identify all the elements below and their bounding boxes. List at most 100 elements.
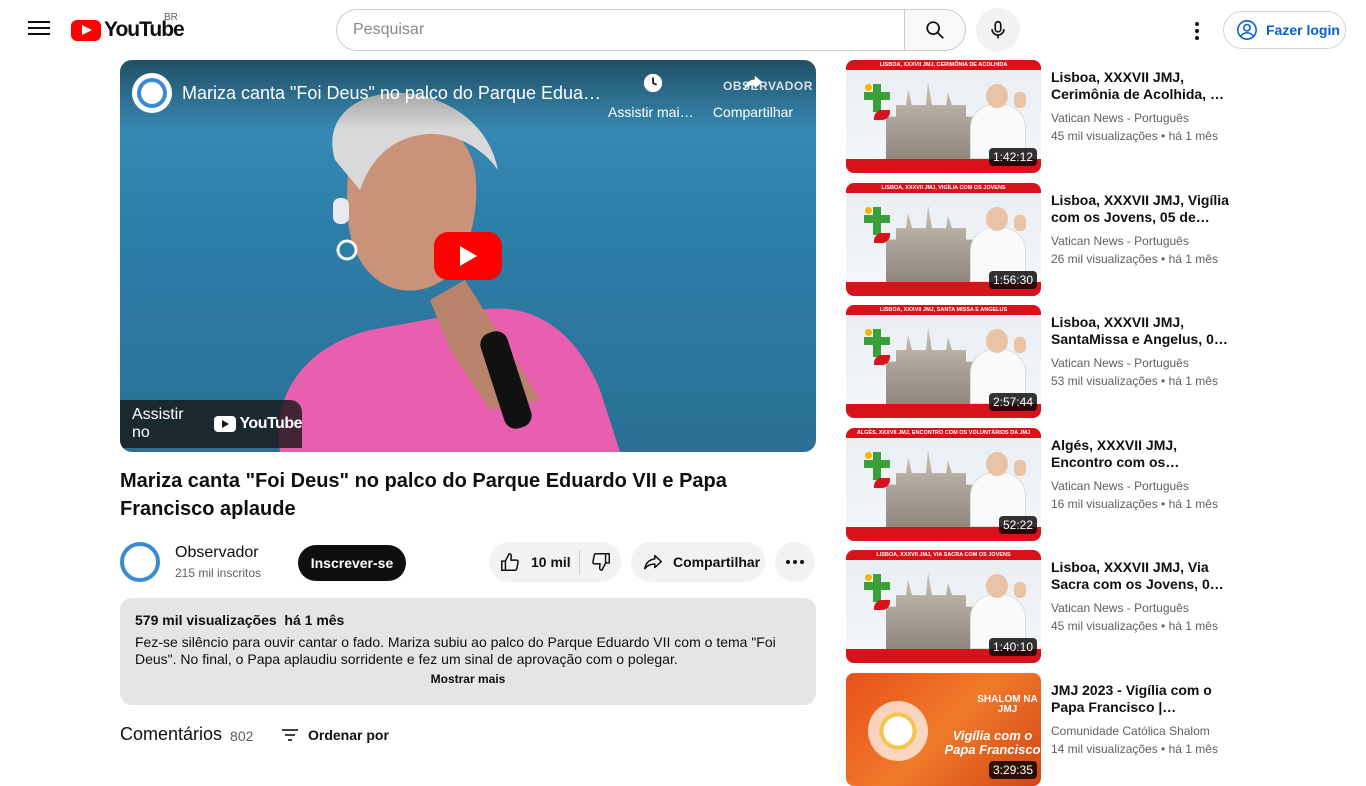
description-meta: 579 mil visualizações há 1 mês <box>135 612 801 628</box>
video-duration: 1:40:10 <box>988 638 1037 656</box>
video-duration: 52:22 <box>998 516 1037 534</box>
subscriber-count: 215 mil inscritos <box>175 566 262 580</box>
recommended-video-meta: 14 mil visualizações • há 1 mês <box>1051 742 1218 756</box>
video-duration: 1:42:12 <box>988 148 1037 166</box>
thumb-text-top: SHALOM NA JMJ <box>977 694 1038 715</box>
recommended-video-title[interactable]: Lisboa, XXXVII JMJ, Cerimônia de Acolhid… <box>1051 69 1229 103</box>
video-player[interactable]: Mariza canta "Foi Deus" no palco do Parq… <box>120 60 816 452</box>
publish-date: há 1 mês <box>284 612 345 628</box>
more-vertical-icon <box>1195 22 1199 40</box>
video-thumbnail[interactable]: LISBOA, XXXVII JMJ, VIA SACRA COM OS JOV… <box>846 550 1041 663</box>
share-button[interactable]: Compartilhar <box>631 542 765 582</box>
recommended-video-title[interactable]: Lisboa, XXXVII JMJ, Via Sacra com os Jov… <box>1051 559 1229 593</box>
jmj-logo-icon <box>864 574 890 614</box>
recommended-video-title[interactable]: Lisboa, XXXVII JMJ, SantaMissa e Angelus… <box>1051 314 1229 348</box>
recommended-channel-name[interactable]: Vatican News - Português <box>1051 356 1189 370</box>
recommended-video-meta: 16 mil visualizações • há 1 mês <box>1051 497 1218 511</box>
comments-count: 802 <box>230 728 254 744</box>
description-text: Fez-se silêncio para ouvir cantar o fado… <box>135 634 776 667</box>
dislike-button[interactable] <box>580 542 621 582</box>
like-dislike-group: 10 mil <box>489 542 621 582</box>
pope-image <box>964 323 1032 404</box>
show-more-button[interactable]: Mostrar mais <box>135 672 801 686</box>
like-button[interactable]: 10 mil <box>489 550 580 574</box>
video-thumbnail[interactable]: LISBOA, XXXVII JMJ, VIGÍLIA COM OS JOVEN… <box>846 183 1041 296</box>
recommended-video[interactable]: ALGÉS, XXXVII JMJ, ENCONTRO COM OS VOLUN… <box>846 428 1226 541</box>
recommended-channel-name[interactable]: Vatican News - Português <box>1051 234 1189 248</box>
login-label: Fazer login <box>1266 22 1340 38</box>
recommended-video[interactable]: SHALOM NA JMJ Vigília com o Papa Francisc… <box>846 673 1226 786</box>
country-code: BR <box>164 12 178 23</box>
watch-on-youtube-button[interactable]: Assistir no YouTube <box>120 400 302 448</box>
jmj-logo-icon <box>864 452 890 492</box>
player-title[interactable]: Mariza canta "Foi Deus" no palco do Parq… <box>182 83 607 104</box>
thumb-banner: LISBOA, XXXVII JMJ, SANTA MISSA E ANGELU… <box>846 305 1041 315</box>
thumbs-up-icon <box>501 553 519 571</box>
video-duration: 2:57:44 <box>988 393 1037 411</box>
microphone-icon <box>991 20 1005 39</box>
video-thumbnail[interactable]: SHALOM NA JMJ Vigília com o Papa Francisc… <box>846 673 1041 786</box>
play-button[interactable] <box>434 232 502 280</box>
thumb-banner: LISBOA, XXXVII JMJ, CERIMÔNIA DE ACOLHID… <box>846 60 1041 70</box>
sort-comments-button[interactable]: Ordenar por <box>282 727 389 743</box>
recommended-video-meta: 45 mil visualizações • há 1 mês <box>1051 619 1218 633</box>
video-title: Mariza canta "Foi Deus" no palco do Parq… <box>120 470 727 520</box>
video-thumbnail[interactable]: ALGÉS, XXXVII JMJ, ENCONTRO COM OS VOLUN… <box>846 428 1041 541</box>
voice-search-button[interactable] <box>976 8 1020 52</box>
youtube-play-icon <box>71 19 101 41</box>
like-count: 10 mil <box>531 554 571 570</box>
thumb-banner: LISBOA, XXXVII JMJ, VIGÍLIA COM OS JOVEN… <box>846 183 1041 193</box>
search-button[interactable] <box>904 9 966 51</box>
pope-image <box>964 568 1032 649</box>
recommended-video[interactable]: LISBOA, XXXVII JMJ, VIGÍLIA COM OS JOVEN… <box>846 183 1229 296</box>
share-arrow-icon <box>644 554 662 570</box>
watch-on-label: Assistir no <box>132 406 184 441</box>
play-icon <box>460 246 477 266</box>
recommended-video-meta: 45 mil visualizações • há 1 mês <box>1051 129 1218 143</box>
watch-on-brand: YouTube <box>239 415 302 432</box>
recommended-video-title[interactable]: Lisboa, XXXVII JMJ, Vigília com os Joven… <box>1051 192 1229 226</box>
video-duration: 3:29:35 <box>988 761 1037 779</box>
watch-on-youtube-logo: YouTube <box>214 415 302 433</box>
video-duration: 1:56:30 <box>988 271 1037 289</box>
settings-more-button[interactable] <box>1180 14 1214 48</box>
watch-later-label: Assistir mais tarde <box>608 104 698 120</box>
watch-later-button[interactable]: Assistir mais tarde <box>608 72 698 120</box>
more-actions-button[interactable] <box>775 542 815 582</box>
share-label: Compartilhar <box>673 554 761 570</box>
player-channel-avatar[interactable] <box>132 73 172 113</box>
recommended-video-meta: 26 mil visualizações • há 1 mês <box>1051 252 1218 266</box>
recommended-video-title[interactable]: Algés, XXXVII JMJ, Encontro com os Volun… <box>1051 437 1229 471</box>
recommended-channel-name[interactable]: Vatican News - Português <box>1051 601 1189 615</box>
clock-icon <box>643 73 663 93</box>
recommended-video-title[interactable]: JMJ 2023 - Vigília com o Papa Francisco … <box>1051 682 1229 716</box>
thumb-banner: LISBOA, XXXVII JMJ, VIA SACRA COM OS JOV… <box>846 550 1041 560</box>
description-box[interactable]: 579 mil visualizações há 1 mês Fez-se si… <box>120 598 816 705</box>
recommended-video[interactable]: LISBOA, XXXVII JMJ, VIA SACRA COM OS JOV… <box>846 550 1226 663</box>
top-bar: YouTube BR Fazer login <box>0 0 1366 60</box>
sort-label: Ordenar por <box>308 727 389 743</box>
search-icon <box>926 21 944 39</box>
comments-title: Comentários <box>120 724 223 744</box>
subscribe-button[interactable]: Inscrever-se <box>298 545 406 581</box>
comments-header: Comentários 802 <box>120 724 253 745</box>
video-thumbnail[interactable]: LISBOA, XXXVII JMJ, CERIMÔNIA DE ACOLHID… <box>846 60 1041 173</box>
login-button[interactable]: Fazer login <box>1223 11 1346 49</box>
jmj-logo-icon <box>864 329 890 369</box>
search-input[interactable] <box>336 9 904 51</box>
recommended-video[interactable]: LISBOA, XXXVII JMJ, CERIMÔNIA DE ACOLHID… <box>846 60 1226 173</box>
recommended-channel-name[interactable]: Vatican News - Português <box>1051 111 1189 125</box>
recommended-channel-name[interactable]: Vatican News - Português <box>1051 479 1189 493</box>
recommended-channel-name[interactable]: Comunidade Católica Shalom <box>1051 724 1210 738</box>
player-share-label: Compartilhar <box>712 104 794 120</box>
channel-avatar[interactable] <box>120 542 160 582</box>
view-count: 579 mil visualizações <box>135 612 277 628</box>
pope-image <box>964 78 1032 159</box>
thumb-banner: ALGÉS, XXXVII JMJ, ENCONTRO COM OS VOLUN… <box>846 428 1041 438</box>
channel-name[interactable]: Observador <box>175 544 259 562</box>
channel-watermark: OBSERVADOR <box>723 79 813 93</box>
youtube-mini-icon <box>214 416 237 432</box>
recommended-video[interactable]: LISBOA, XXXVII JMJ, SANTA MISSA E ANGELU… <box>846 305 1226 418</box>
menu-icon[interactable] <box>24 17 54 43</box>
video-thumbnail[interactable]: LISBOA, XXXVII JMJ, SANTA MISSA E ANGELU… <box>846 305 1041 418</box>
